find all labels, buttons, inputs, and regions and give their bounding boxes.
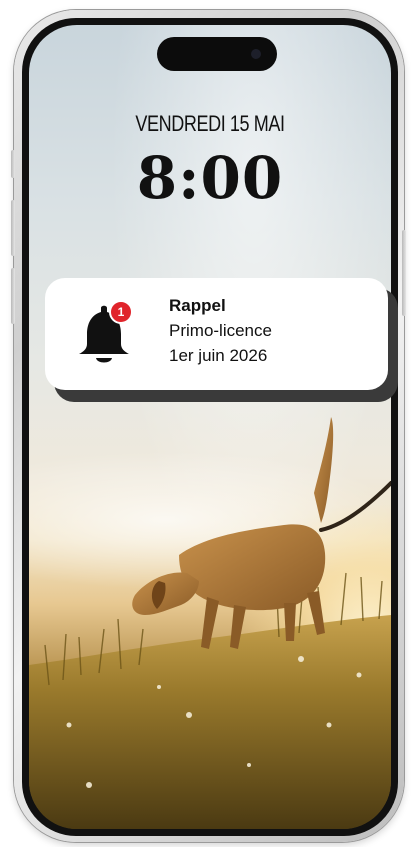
notification-subject: Primo-licence: [169, 321, 272, 340]
lock-date: VENDREDI 15 MAI: [135, 111, 285, 136]
page: VENDREDI 15 MAI 8:00 1 Rappel Primo-lice…: [0, 0, 411, 847]
lock-time: 8:00: [136, 144, 284, 212]
volume-down-button: [11, 268, 15, 324]
volume-up-button: [11, 200, 15, 256]
dog-silhouette: [132, 417, 334, 649]
front-camera: [251, 49, 261, 59]
lock-screen[interactable]: VENDREDI 15 MAI 8:00: [29, 25, 391, 829]
action-button: [11, 150, 15, 178]
power-button: [402, 230, 406, 316]
notification-text: Rappel Primo-licence 1er juin 2026: [169, 294, 379, 368]
notification-card[interactable]: 1 Rappel Primo-licence 1er juin 2026: [45, 278, 388, 390]
bell-icon: 1: [75, 300, 133, 368]
notification-date: 1er juin 2026: [169, 346, 268, 365]
notification-badge: 1: [109, 300, 133, 324]
dynamic-island: [157, 37, 277, 71]
notification-title: Rappel: [169, 296, 226, 315]
